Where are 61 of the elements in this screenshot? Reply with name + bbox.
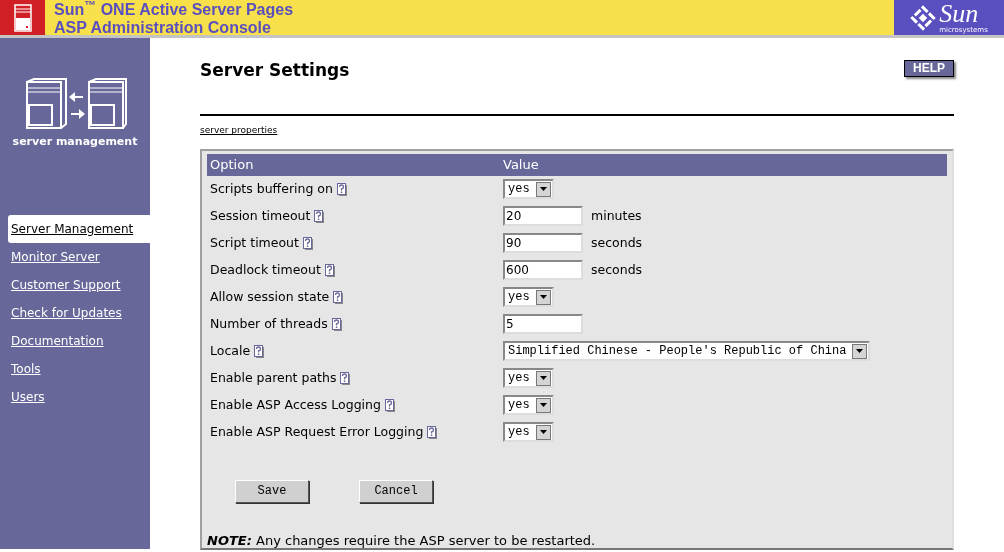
- section-caption: server management: [11, 134, 139, 150]
- help-icon[interactable]: [333, 288, 344, 307]
- option-label: Enable ASP Access Logging: [210, 396, 381, 412]
- option-label: Locale: [210, 342, 251, 358]
- dropdown[interactable]: yes: [503, 179, 554, 200]
- option-label: Deadlock timeout: [210, 261, 321, 277]
- caret-icon: [539, 430, 547, 435]
- help-icon[interactable]: [254, 342, 265, 361]
- page-title: Server Settings: [200, 60, 350, 81]
- column-header: Option: [209, 156, 255, 175]
- column-header: Value: [503, 156, 539, 175]
- unit-label: seconds: [591, 261, 643, 279]
- help-button[interactable]: HELP: [904, 60, 954, 77]
- caret-icon: [539, 187, 547, 192]
- sidebar-link[interactable]: Monitor Server: [8, 242, 150, 271]
- option-label: Allow session state: [210, 288, 330, 304]
- option-label: Script timeout: [210, 234, 299, 250]
- sidebar-link[interactable]: Check for Updates: [8, 298, 150, 327]
- sidebar-link[interactable]: Tools: [8, 354, 150, 383]
- diamond-logo-icon: [910, 4, 937, 31]
- text-field[interactable]: 5: [503, 314, 583, 335]
- help-icon[interactable]: [384, 396, 395, 415]
- breadcrumb-link[interactable]: server properties: [200, 124, 278, 138]
- option-label: Number of threads: [210, 315, 328, 331]
- help-icon[interactable]: [314, 207, 325, 226]
- sidebar-link[interactable]: Server Management: [8, 214, 150, 243]
- option-label: Scripts buffering on: [210, 180, 333, 196]
- text-field[interactable]: 90: [503, 233, 583, 254]
- caret-icon: [856, 349, 864, 354]
- option-label: Session timeout: [210, 207, 311, 223]
- option-label: Enable ASP Request Error Logging: [210, 423, 424, 439]
- dropdown[interactable]: Simplified Chinese - People's Republic of China: [503, 341, 871, 362]
- app-title: Sun$^{™}$ ONE Active Server Pages: [54, 1, 294, 19]
- cancel-button[interactable]: Cancel: [359, 479, 433, 503]
- dropdown[interactable]: yes: [503, 422, 554, 443]
- help-icon[interactable]: [324, 261, 335, 280]
- caret-icon: [539, 376, 547, 381]
- dropdown[interactable]: yes: [503, 368, 554, 389]
- caret-icon: [539, 295, 547, 300]
- unit-label: minutes: [591, 207, 642, 225]
- server-transfer-icon: [26, 78, 128, 130]
- caret-icon: [539, 403, 547, 408]
- option-label: Enable parent paths: [210, 369, 337, 385]
- sidebar-link[interactable]: Documentation: [8, 326, 150, 355]
- app-title: ASP Administration Console: [54, 19, 272, 37]
- sidebar-link[interactable]: Customer Support: [8, 270, 150, 299]
- note-text: NOTE: Any changes require the ASP server to be restarted.: [207, 531, 597, 550]
- unit-label: seconds: [591, 234, 643, 252]
- server-icon: [13, 3, 32, 32]
- text-field[interactable]: 600: [503, 260, 583, 281]
- dropdown[interactable]: yes: [503, 395, 554, 416]
- save-button[interactable]: Save: [235, 479, 309, 503]
- help-icon[interactable]: [336, 180, 347, 199]
- help-icon[interactable]: [340, 369, 351, 388]
- sidebar-link[interactable]: Users: [8, 382, 150, 411]
- logo-wordmark: Sun: [939, 1, 979, 26]
- dropdown[interactable]: yes: [503, 287, 554, 308]
- help-icon[interactable]: [331, 315, 342, 334]
- text-field[interactable]: 20: [503, 206, 583, 227]
- help-icon[interactable]: [427, 423, 438, 442]
- help-icon[interactable]: [302, 234, 313, 253]
